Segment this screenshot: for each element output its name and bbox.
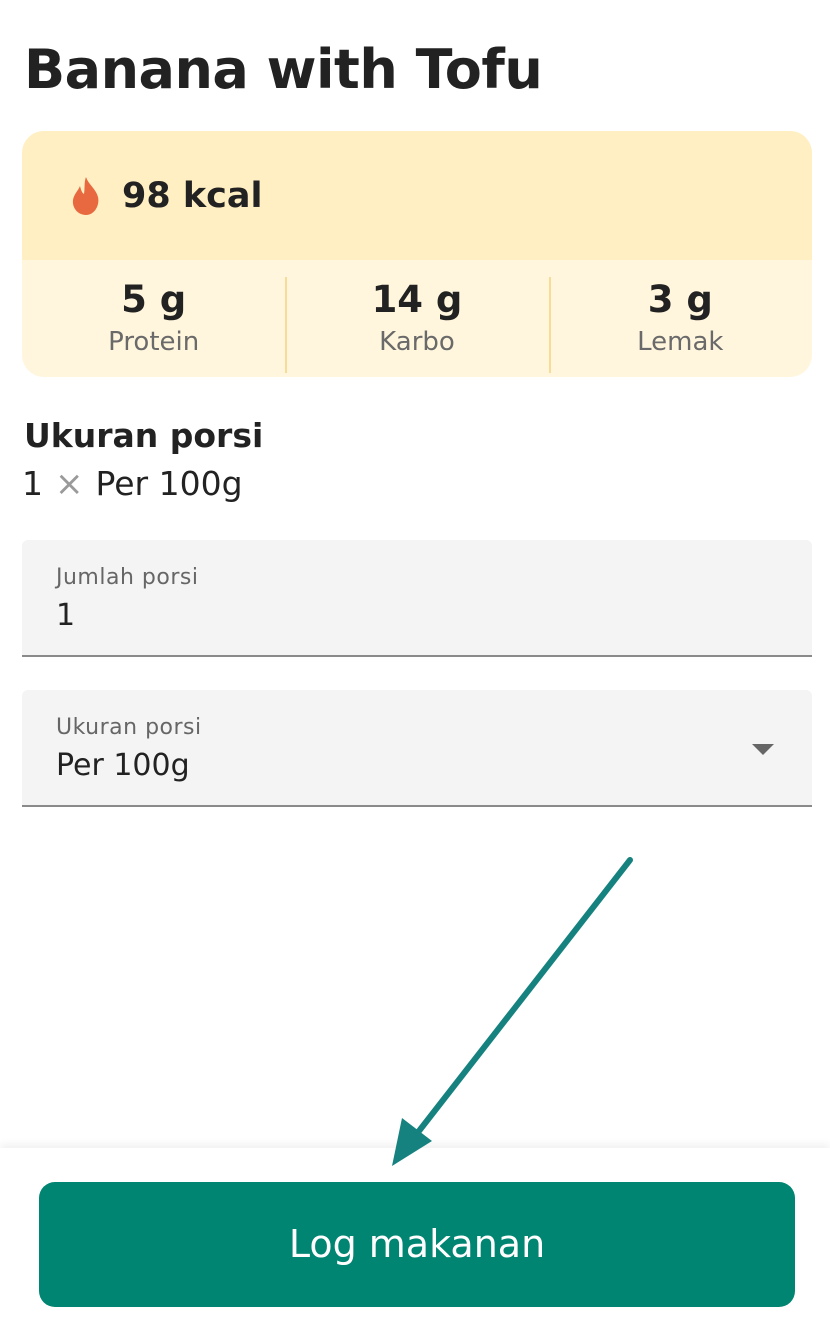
macro-fat: 3 g Lemak <box>548 260 812 377</box>
macro-value: 14 g <box>371 278 463 321</box>
portion-multiplier: 1 <box>22 464 43 503</box>
servings-label: Jumlah porsi <box>56 565 199 590</box>
food-title: Banana with Tofu <box>24 38 543 101</box>
dropdown-arrow-icon[interactable] <box>752 744 774 755</box>
serving-size-select[interactable]: Ukuran porsi Per 100g <box>22 690 812 807</box>
macro-value: 5 g <box>121 278 187 321</box>
macro-carbs: 14 g Karbo <box>285 260 548 377</box>
calories-value: 98 kcal <box>122 176 263 216</box>
portion-unit: Per 100g <box>95 464 243 503</box>
log-food-button[interactable]: Log makanan <box>39 1182 795 1307</box>
serving-size-value: Per 100g <box>56 748 190 783</box>
portion-heading: Ukuran porsi <box>24 416 264 455</box>
macro-label: Karbo <box>379 327 455 357</box>
macro-protein: 5 g Protein <box>22 260 285 377</box>
times-icon: × <box>55 464 84 504</box>
macro-label: Protein <box>108 327 200 357</box>
macro-value: 3 g <box>647 278 713 321</box>
serving-size-label: Ukuran porsi <box>56 715 202 740</box>
macro-label: Lemak <box>637 327 724 357</box>
servings-value[interactable]: 1 <box>56 596 75 636</box>
servings-input[interactable]: Jumlah porsi 1 <box>22 540 812 657</box>
nutrition-card: 98 kcal 5 g Protein 14 g Karbo 3 g Lemak <box>22 131 812 377</box>
calories-row: 98 kcal <box>22 131 812 260</box>
portion-summary: 1 × Per 100g <box>22 462 243 506</box>
macros-row: 5 g Protein 14 g Karbo 3 g Lemak <box>22 260 812 377</box>
flame-icon <box>72 177 99 215</box>
